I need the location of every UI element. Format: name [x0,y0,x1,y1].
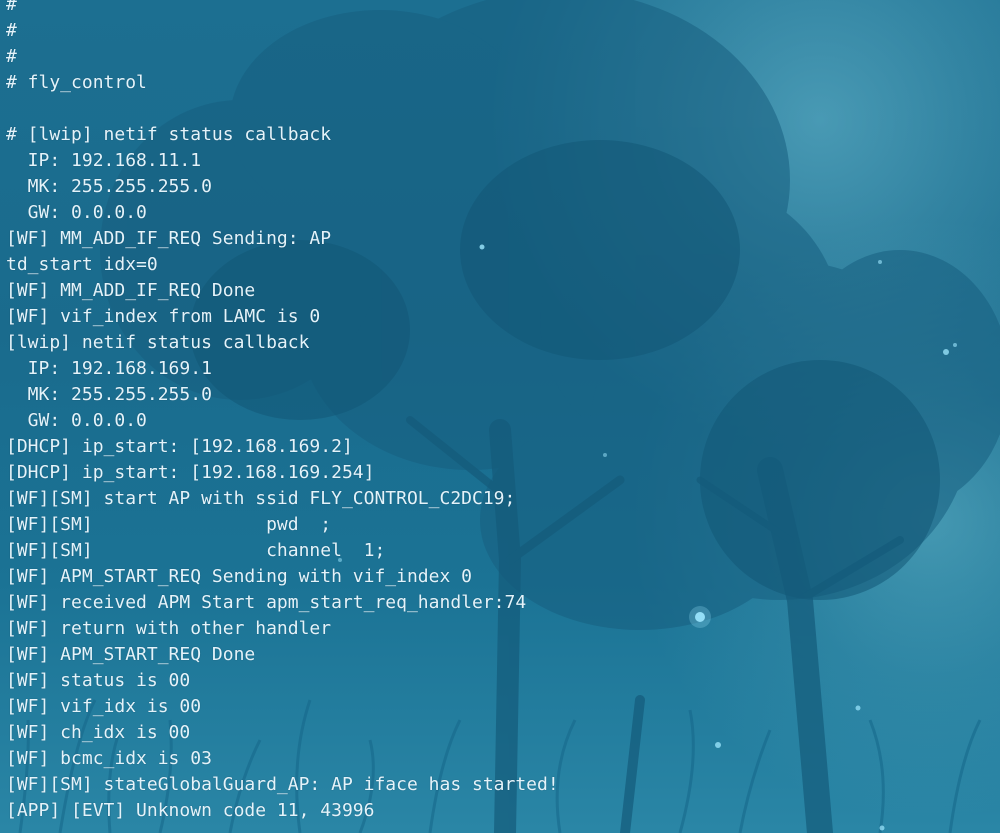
terminal-line: [WF] MM_ADD_IF_REQ Sending: AP [6,228,332,249]
terminal-line: [WF] vif_idx is 00 [6,696,202,717]
terminal-line: # [6,46,17,67]
terminal-line: [WF] ch_idx is 00 [6,722,191,743]
terminal-line: # [6,0,17,15]
terminal-line: [WF][SM] channel 1; [6,540,386,561]
terminal-line: # fly_control [6,72,147,93]
terminal-window[interactable]: # # # # fly_control # [lwip] netif status ca… [0,0,1000,833]
terminal-line: [WF] APM_START_REQ Sending with vif_inde… [6,566,472,587]
terminal-line: [DHCP] ip_start: [192.168.169.2] [6,436,353,457]
terminal-line: MK: 255.255.255.0 [6,176,212,197]
terminal-line: [WF] return with other handler [6,618,332,639]
terminal-line: [WF] MM_ADD_IF_REQ Done [6,280,256,301]
terminal-line: IP: 192.168.11.1 [6,150,202,171]
terminal-line: IP: 192.168.169.1 [6,358,212,379]
terminal-line: td_start idx=0 [6,254,158,275]
terminal-line: GW: 0.0.0.0 [6,202,147,223]
terminal-line: [WF] received APM Start apm_start_req_ha… [6,592,527,613]
terminal-line: # [lwip] netif status callback [6,124,332,145]
terminal-line: [DHCP] ip_start: [192.168.169.254] [6,462,375,483]
terminal-line: [WF] APM_START_REQ Done [6,644,256,665]
terminal-line: MK: 255.255.255.0 [6,384,212,405]
terminal-line: GW: 0.0.0.0 [6,410,147,431]
terminal-line: [APP] [EVT] Unknown code 11, 43996 [6,800,375,821]
terminal-line: [WF][SM] pwd ; [6,514,332,535]
terminal-output[interactable]: # # # # fly_control # [lwip] netif status ca… [6,0,559,824]
terminal-line: [lwip] netif status callback [6,332,310,353]
terminal-line: [WF][SM] stateGlobalGuard_AP: AP iface h… [6,774,559,795]
terminal-line: [WF] vif_index from LAMC is 0 [6,306,321,327]
terminal-line: [WF] status is 00 [6,670,191,691]
terminal-line: [WF][SM] start AP with ssid FLY_CONTROL_… [6,488,516,509]
terminal-line: [WF] bcmc_idx is 03 [6,748,212,769]
terminal-line: # [6,20,17,41]
